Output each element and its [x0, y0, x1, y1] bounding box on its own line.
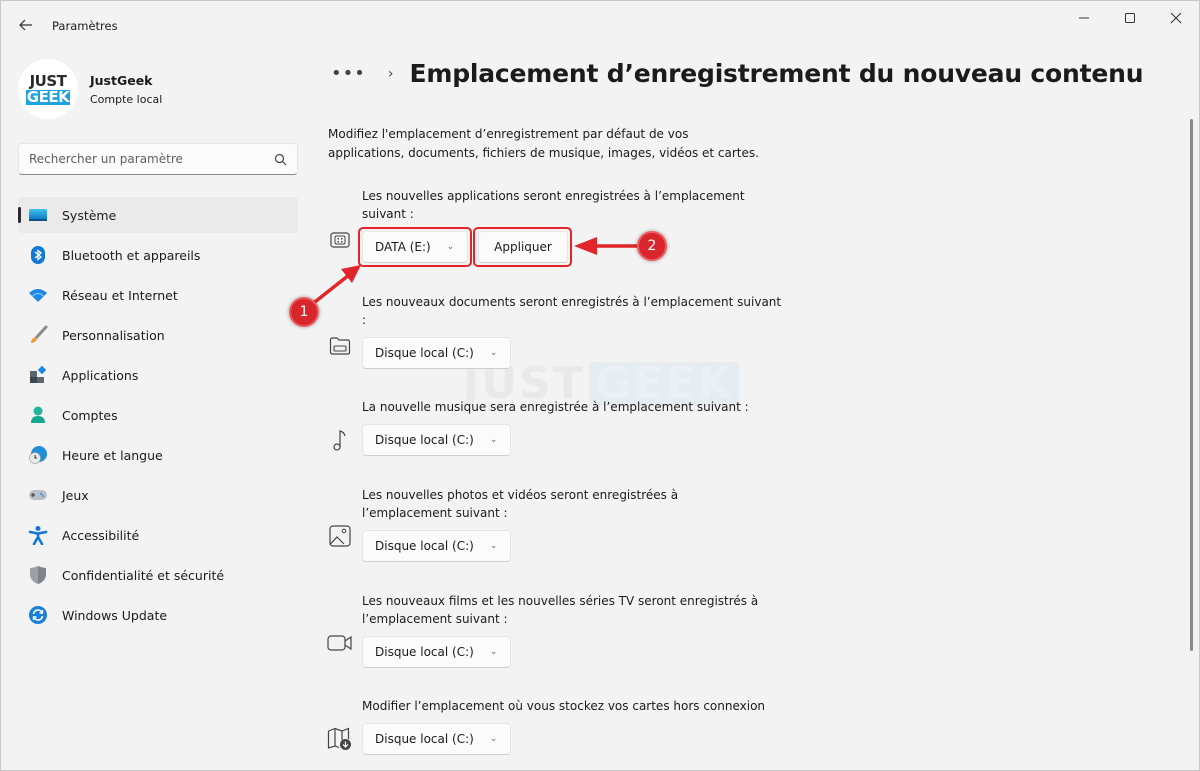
window-controls: [1061, 1, 1199, 35]
dropdown-value: Disque local (C:): [375, 645, 474, 659]
page-title: Emplacement d’enregistrement du nouveau …: [409, 59, 1144, 88]
image-icon: [327, 523, 353, 549]
sidebar-item-systeme[interactable]: Système: [18, 197, 298, 233]
person-icon: [28, 405, 48, 425]
sidebar-item-confidentialite[interactable]: Confidentialité et sécurité: [18, 557, 298, 593]
movies-location-dropdown[interactable]: Disque local (C:) ⌄: [362, 636, 511, 668]
sidebar-item-label: Réseau et Internet: [62, 287, 178, 303]
folder-drive-icon: [327, 333, 353, 359]
setting-label: Les nouvelles applications seront enregi…: [362, 189, 745, 221]
sidebar-item-label: Windows Update: [62, 607, 168, 623]
sidebar-item-applications[interactable]: Applications: [18, 357, 298, 393]
setting-label: Les nouvelles photos et vidéos seront en…: [362, 488, 679, 520]
sidebar-item-accessibilite[interactable]: Accessibilité: [18, 517, 298, 553]
sidebar-item-jeux[interactable]: Jeux: [18, 477, 298, 513]
setting-label: La nouvelle musique sera enregistrée à l…: [362, 400, 749, 414]
sidebar-nav: Système Bluetooth et appareils Réseau et…: [18, 197, 298, 637]
sidebar-item-label: Accessibilité: [62, 527, 140, 543]
clock-globe-icon: [28, 445, 48, 465]
monitor-icon: [28, 205, 48, 225]
maps-location-dropdown[interactable]: Disque local (C:) ⌄: [362, 723, 511, 755]
update-icon: [28, 605, 48, 625]
sidebar-item-label: Heure et langue: [62, 447, 163, 463]
music-note-icon: [327, 427, 353, 453]
sidebar-item-label: Confidentialité et sécurité: [62, 567, 225, 583]
sidebar-item-label: Personnalisation: [62, 327, 165, 343]
paintbrush-icon: [28, 325, 48, 345]
sidebar-item-label: Bluetooth et appareils: [62, 247, 201, 263]
sidebar-item-label: Applications: [62, 367, 139, 383]
profile-account-type: Compte local: [90, 92, 163, 106]
dropdown-value: Disque local (C:): [375, 433, 474, 447]
highlight-box-2: [473, 227, 572, 267]
photos-location-dropdown[interactable]: Disque local (C:) ⌄: [362, 530, 511, 562]
apps-icon: [28, 365, 48, 385]
app-title: Paramètres: [52, 19, 118, 33]
documents-location-dropdown[interactable]: Disque local (C:) ⌄: [362, 337, 511, 369]
back-arrow-icon: [19, 19, 32, 31]
sidebar-item-personnalisation[interactable]: Personnalisation: [18, 317, 298, 353]
minimize-button[interactable]: [1061, 1, 1107, 35]
setting-label: Les nouveaux documents seront enregistré…: [362, 295, 782, 327]
bluetooth-icon: [28, 245, 48, 265]
maximize-button[interactable]: [1107, 1, 1153, 35]
map-download-icon: [327, 726, 353, 752]
title-bar: Paramètres: [1, 1, 1199, 49]
dropdown-value: Disque local (C:): [375, 539, 474, 553]
chevron-down-icon: ⌄: [489, 435, 498, 445]
close-icon: [1170, 12, 1182, 24]
shield-icon: [28, 565, 48, 585]
sidebar-item-reseau[interactable]: Réseau et Internet: [18, 277, 298, 313]
page-description: Modifiez l'emplacement d’enregistrement …: [328, 127, 759, 160]
close-button[interactable]: [1153, 1, 1199, 35]
accessibility-icon: [28, 525, 48, 545]
breadcrumb-more-button[interactable]: •••: [331, 63, 366, 84]
avatar-logo-bottom: GEEK: [25, 87, 71, 106]
search-input[interactable]: [29, 152, 274, 166]
back-button[interactable]: [15, 14, 37, 36]
annotation-badge-2: 2: [637, 231, 667, 261]
sidebar-item-heure-langue[interactable]: Heure et langue: [18, 437, 298, 473]
avatar: JUST GEEK: [18, 59, 78, 119]
user-profile[interactable]: JUST GEEK JustGeek Compte local: [18, 59, 162, 119]
annotation-arrow-1: [309, 265, 361, 307]
vertical-scrollbar[interactable]: [1190, 119, 1193, 651]
minimize-icon: [1079, 17, 1089, 19]
music-location-dropdown[interactable]: Disque local (C:) ⌄: [362, 424, 511, 456]
drive-apps-icon: [327, 227, 353, 253]
sidebar-item-bluetooth[interactable]: Bluetooth et appareils: [18, 237, 298, 273]
sidebar-item-label: Comptes: [62, 407, 118, 423]
dropdown-value: Disque local (C:): [375, 732, 474, 746]
chevron-down-icon: ⌄: [489, 647, 498, 657]
chevron-right-icon: ›: [387, 65, 394, 82]
profile-name: JustGeek: [90, 72, 153, 88]
maximize-icon: [1125, 13, 1135, 23]
sidebar-item-comptes[interactable]: Comptes: [18, 397, 298, 433]
search-box[interactable]: [18, 143, 298, 175]
chevron-down-icon: ⌄: [489, 541, 498, 551]
annotation-badge-1: 1: [289, 297, 319, 327]
search-icon[interactable]: [274, 153, 287, 166]
sidebar-item-windows-update[interactable]: Windows Update: [18, 597, 298, 633]
dropdown-value: Disque local (C:): [375, 346, 474, 360]
chevron-down-icon: ⌄: [489, 348, 498, 358]
video-camera-icon: [327, 630, 353, 656]
chevron-down-icon: ⌄: [489, 734, 498, 744]
breadcrumb: ••• › Emplacement d’enregistrement du no…: [331, 59, 1144, 88]
sidebar-item-label: Système: [62, 207, 117, 223]
sidebar-item-label: Jeux: [62, 487, 89, 503]
avatar-logo-top: JUST: [29, 71, 67, 90]
annotation-arrow-2: [574, 237, 641, 255]
setting-label: Les nouveaux films et les nouvelles séri…: [362, 594, 759, 626]
highlight-box-1: [358, 227, 472, 267]
gamepad-icon: [28, 485, 48, 505]
setting-label: Modifier l’emplacement où vous stockez v…: [362, 699, 766, 713]
wifi-icon: [28, 285, 48, 305]
